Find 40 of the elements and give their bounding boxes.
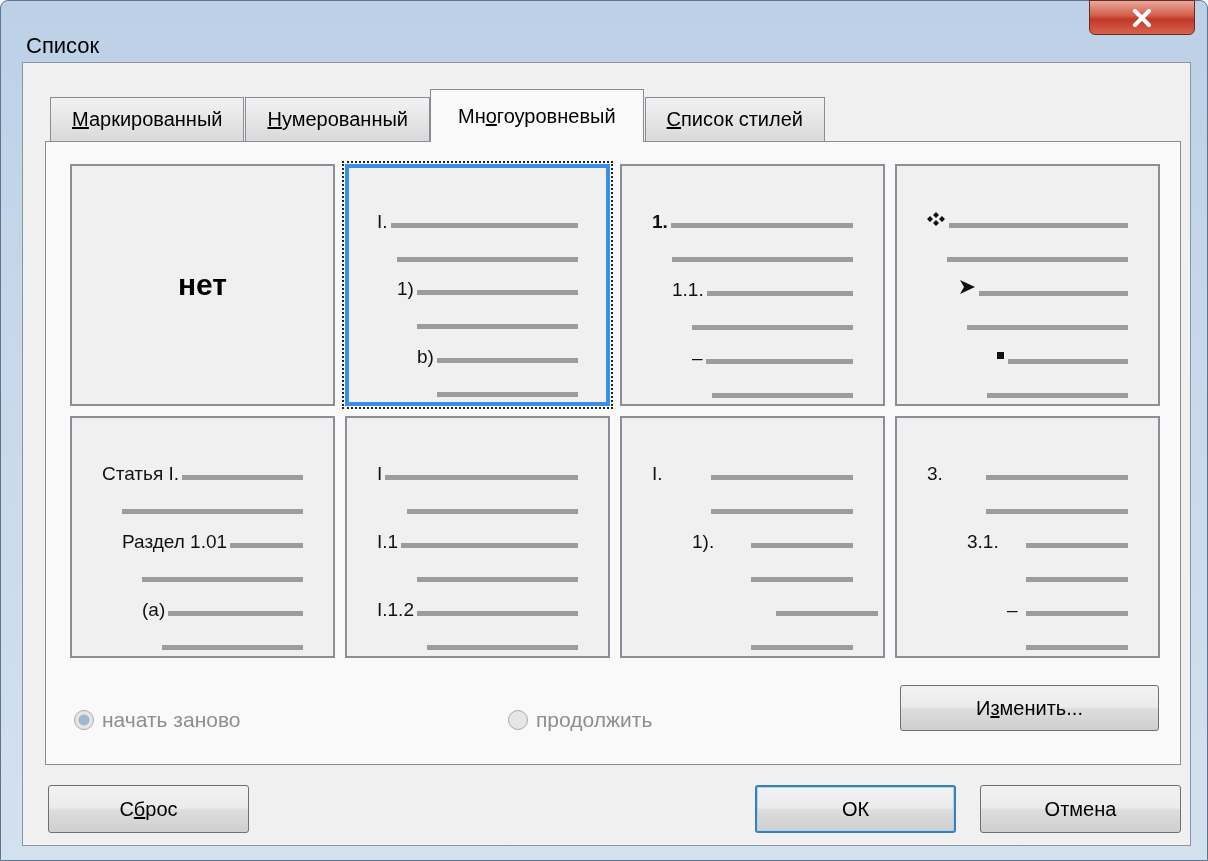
dialog-button[interactable]: Отмена bbox=[980, 785, 1181, 833]
list-style-option[interactable] bbox=[895, 164, 1160, 406]
list-style-option[interactable]: I. 1). bbox=[620, 416, 885, 658]
list-marker: Статья I. bbox=[102, 463, 180, 485]
modify-button[interactable]: Изменить... bbox=[900, 685, 1159, 731]
list-marker: 1.1. bbox=[672, 279, 704, 301]
list-style-option[interactable]: I. 1) b) bbox=[345, 164, 610, 406]
diamonds-icon bbox=[927, 211, 945, 227]
tab[interactable]: Список стилей bbox=[644, 97, 825, 141]
list-style-option[interactable]: нет bbox=[70, 164, 335, 406]
list-marker: – bbox=[1007, 599, 1018, 621]
list-marker: I. bbox=[377, 210, 388, 233]
list-marker: Раздел 1.01 bbox=[122, 531, 228, 553]
dialog-button[interactable]: Сброс bbox=[48, 785, 249, 833]
list-marker: 1). bbox=[692, 531, 715, 553]
list-marker: b) bbox=[417, 346, 434, 369]
tab[interactable]: Маркированный bbox=[50, 97, 245, 141]
list-marker: 3. bbox=[927, 463, 943, 485]
list-marker: – bbox=[692, 347, 703, 369]
list-marker: 3.1. bbox=[967, 531, 999, 553]
list-style-option[interactable]: 1.1.1. – bbox=[620, 164, 885, 406]
window-title: Список bbox=[26, 33, 100, 59]
list-style-option[interactable]: I I.1 I.1.2 bbox=[345, 416, 610, 658]
arrowhead-icon bbox=[959, 279, 975, 295]
none-label: нет bbox=[177, 268, 228, 302]
list-marker: (a) bbox=[142, 599, 166, 621]
list-marker: I.1 bbox=[377, 531, 399, 553]
list-marker: 1) bbox=[397, 278, 414, 301]
close-icon bbox=[1131, 8, 1153, 27]
list-style-option[interactable]: Статья I. Раздел 1.01 (a) bbox=[70, 416, 335, 658]
list-marker: 1. bbox=[652, 211, 668, 233]
list-marker: I.1.2 bbox=[377, 599, 414, 621]
list-style-option[interactable]: 3. 3.1. – bbox=[895, 416, 1160, 658]
list-marker: I bbox=[377, 463, 383, 485]
dialog-button[interactable]: ОК bbox=[755, 785, 956, 833]
close-button[interactable] bbox=[1089, 0, 1195, 35]
square-bullet-icon bbox=[997, 352, 1004, 359]
tab[interactable]: Нумерованный bbox=[245, 97, 430, 141]
list-marker: I. bbox=[652, 463, 663, 485]
tab[interactable]: Многоуровневый bbox=[430, 89, 644, 142]
